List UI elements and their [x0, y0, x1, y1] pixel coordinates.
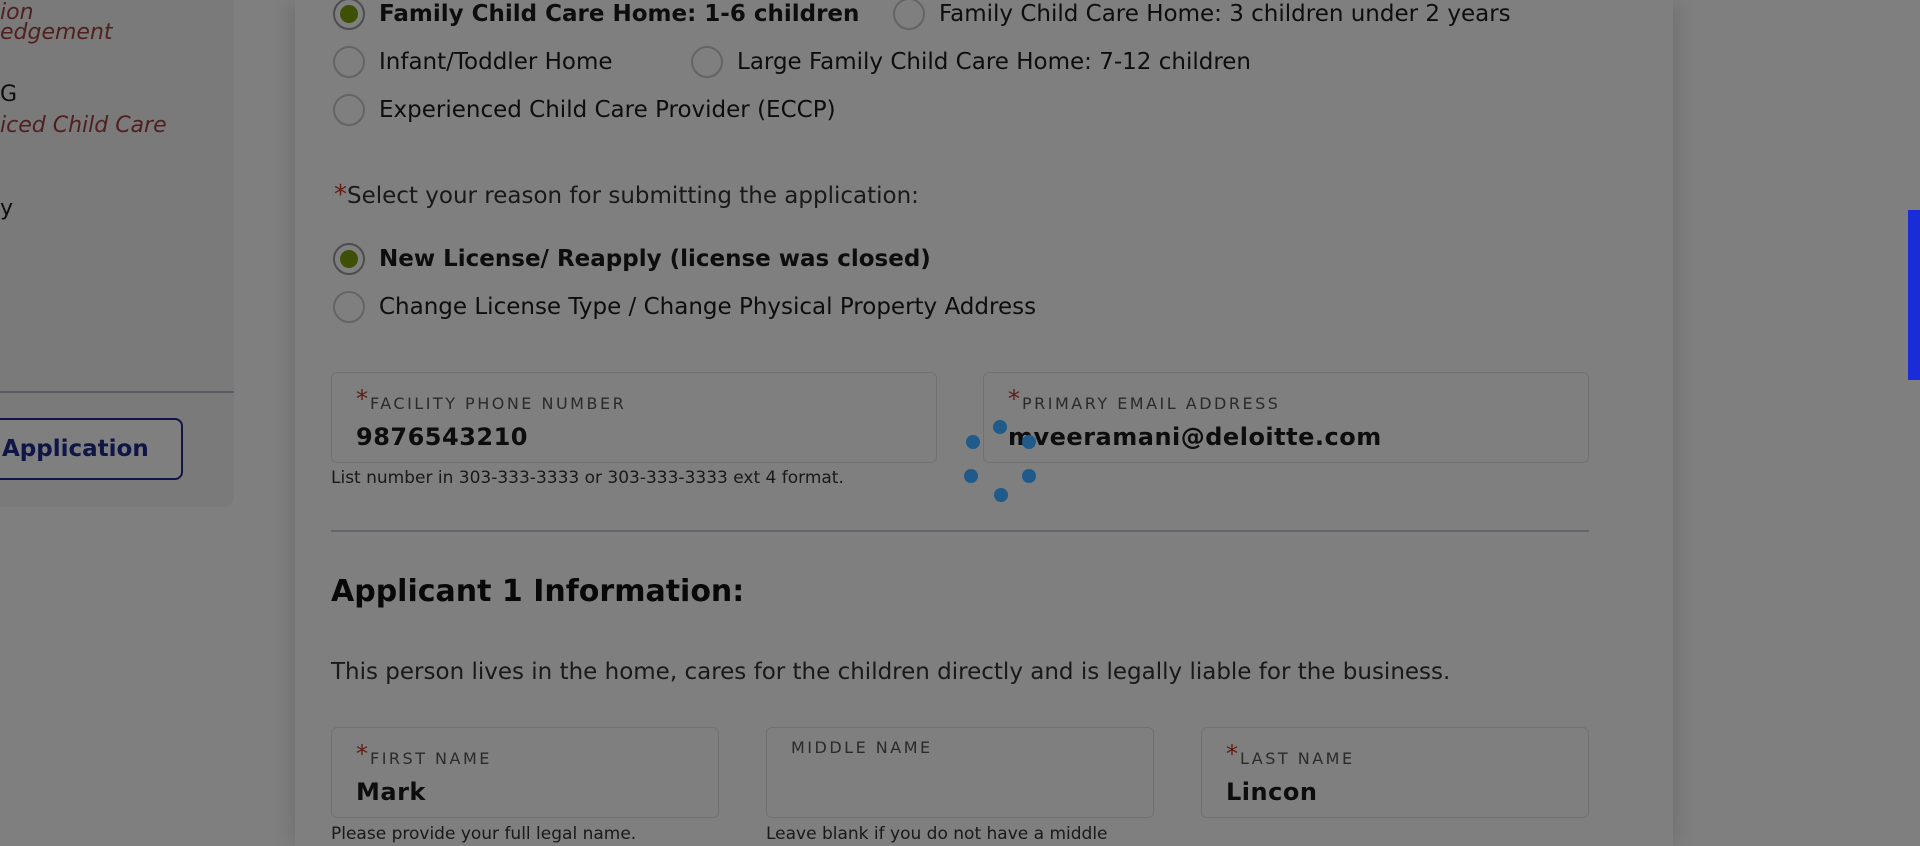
scrollbar-accent — [1908, 210, 1920, 380]
loading-spinner-icon — [960, 416, 1036, 502]
